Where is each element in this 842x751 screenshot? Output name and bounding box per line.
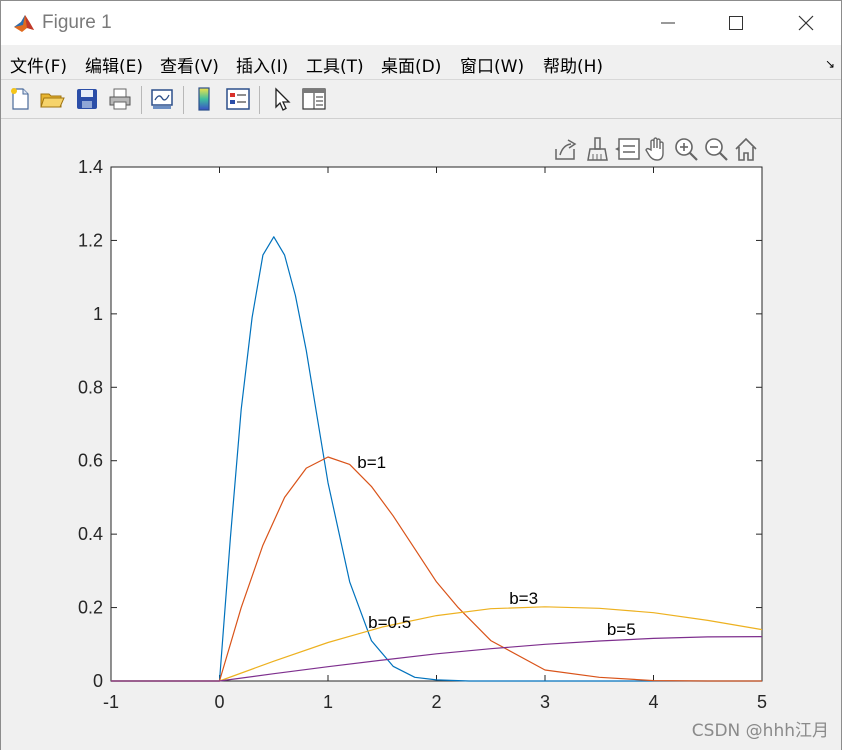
- x-tick-label: 1: [323, 692, 333, 712]
- x-tick-label: 0: [214, 692, 224, 712]
- x-tick-label: 3: [540, 692, 550, 712]
- y-tick-label: 1.2: [78, 230, 103, 250]
- y-tick-label: 0.8: [78, 377, 103, 397]
- x-tick-label: 2: [431, 692, 441, 712]
- y-tick-label: 0.6: [78, 451, 103, 471]
- y-tick-label: 1.4: [78, 157, 103, 177]
- figure-window: Figure 1 文件(F) 编辑(E) 查看(V) 插入(I) 工具(T) 桌…: [0, 0, 842, 750]
- y-tick-label: 0.4: [78, 524, 103, 544]
- plot-axes[interactable]: -1 0 1 2 3 4 500.20.40.60.811.21.4 b=1b=0.5b=3…: [1, 1, 842, 751]
- watermark-text: CSDN @hhh江月: [691, 721, 829, 741]
- curve-annotation: b=3: [509, 589, 538, 608]
- y-tick-label: 0.2: [78, 598, 103, 618]
- y-tick-label: 1: [93, 304, 103, 324]
- x-tick-label: -1: [103, 692, 119, 712]
- axes-background: [110, 166, 763, 682]
- curve-annotation: b=0.5: [368, 613, 411, 632]
- x-tick-label: 4: [648, 692, 658, 712]
- curve-annotation: b=1: [357, 453, 386, 472]
- x-tick-label: 5: [757, 692, 767, 712]
- y-tick-label: 0: [93, 671, 103, 691]
- curve-annotation: b=5: [607, 620, 636, 639]
